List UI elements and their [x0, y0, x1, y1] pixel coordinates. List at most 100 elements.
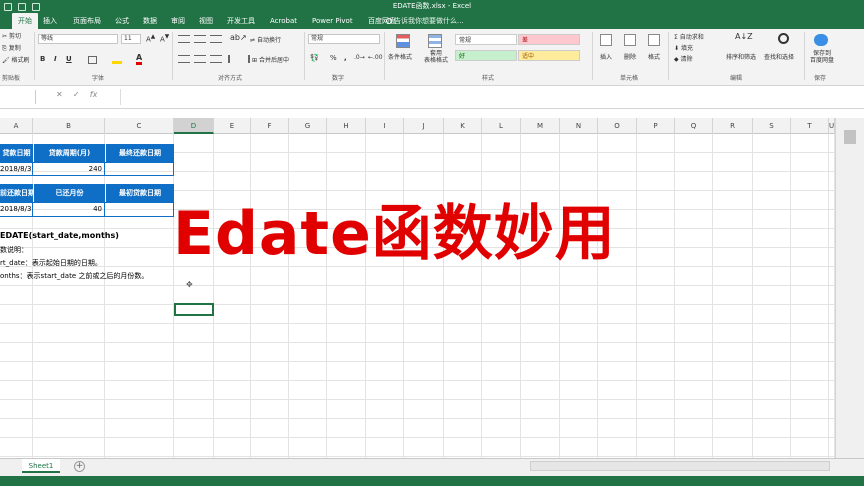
save-to-baidu-button[interactable]: 保存到 百度网盘 [810, 50, 834, 64]
font-size-select[interactable]: 11 [121, 34, 141, 44]
table2-cell[interactable]: 40 [33, 202, 105, 217]
table2-cell[interactable] [105, 202, 174, 217]
number-format-select[interactable]: 常规 [308, 34, 380, 44]
fill-button[interactable]: ⬇ 填充 [674, 43, 693, 52]
bold-button[interactable]: B [40, 55, 45, 63]
tab-9[interactable]: Power Pivot [312, 13, 353, 29]
tab-5[interactable]: 审阅 [171, 13, 185, 29]
autosum-button[interactable]: Σ 自动求和 [674, 32, 704, 41]
name-box[interactable] [0, 90, 36, 104]
font-name-select[interactable]: 等线 [38, 34, 118, 44]
align-right-icon[interactable] [210, 55, 222, 63]
style-neutral[interactable]: 适中 [518, 50, 580, 61]
format-cells-button[interactable]: 格式 [648, 52, 660, 61]
decrease-decimal-icon[interactable]: ←.00 [368, 54, 383, 61]
delete-cells-icon[interactable] [624, 34, 636, 46]
column-header-e[interactable]: E [214, 118, 251, 134]
style-normal[interactable]: 常规 [455, 34, 517, 45]
worksheet-grid[interactable]: 贷款日期 贷款周期(月) 最终还款日期 2018/8/30 240 前还款日期 … [0, 134, 835, 458]
table1-cell[interactable]: 240 [33, 162, 105, 176]
column-header-l[interactable]: L [482, 118, 521, 134]
format-cells-icon[interactable] [648, 34, 660, 46]
format-as-table-button[interactable]: 套用 表格格式 [424, 50, 448, 64]
horizontal-scrollbar[interactable] [530, 461, 830, 471]
orientation-icon[interactable]: ab↗ [230, 33, 247, 42]
column-header-b[interactable]: B [33, 118, 105, 134]
font-color-icon[interactable]: A [136, 54, 143, 65]
sheet-tab-sheet1[interactable]: Sheet1 [22, 459, 60, 473]
conditional-format-icon[interactable] [396, 34, 410, 48]
tab-2[interactable]: 页面布局 [73, 13, 101, 29]
column-header-s[interactable]: S [753, 118, 791, 134]
increase-indent-icon[interactable] [240, 55, 250, 63]
insert-cells-icon[interactable] [600, 34, 612, 46]
align-center-icon[interactable] [194, 55, 206, 63]
column-header-t[interactable]: T [791, 118, 829, 134]
tab-6[interactable]: 视图 [199, 13, 213, 29]
column-header-d[interactable]: D [174, 118, 214, 134]
tab-3[interactable]: 公式 [115, 13, 129, 29]
vertical-scrollbar[interactable] [835, 118, 864, 458]
decrease-indent-icon[interactable] [228, 55, 238, 63]
copy-button[interactable]: ⎘ 复制 [2, 43, 21, 53]
tab-0[interactable]: 开始 [12, 13, 38, 29]
column-header-a[interactable]: A [0, 118, 33, 134]
align-middle-icon[interactable] [194, 35, 206, 43]
percent-button[interactable]: % [330, 54, 337, 62]
comma-style-icon[interactable]: , [344, 54, 347, 62]
column-header-h[interactable]: H [327, 118, 366, 134]
column-header-p[interactable]: P [637, 118, 675, 134]
table2-cell[interactable]: 2018/8/30 [0, 202, 33, 217]
column-header-c[interactable]: C [105, 118, 174, 134]
scrollbar-thumb[interactable] [844, 130, 856, 144]
cancel-icon[interactable]: ✕ [56, 90, 63, 99]
formula-input[interactable] [120, 89, 864, 105]
conditional-format-button[interactable]: 条件格式 [388, 52, 412, 61]
grow-font-icon[interactable]: A▲ [146, 34, 155, 43]
shrink-font-icon[interactable]: A▼ [160, 34, 169, 43]
active-cell-selection[interactable] [174, 303, 214, 316]
align-top-icon[interactable] [178, 35, 190, 43]
cut-button[interactable]: ✂ 剪切 [2, 31, 21, 40]
border-icon[interactable] [88, 56, 97, 64]
fx-icon[interactable]: fx [90, 90, 98, 99]
format-painter-button[interactable]: 🖌 格式刷 [2, 55, 30, 64]
tab-1[interactable]: 插入 [43, 13, 57, 29]
column-header-r[interactable]: R [713, 118, 753, 134]
tab-4[interactable]: 数据 [143, 13, 157, 29]
insert-cells-button[interactable]: 插入 [600, 52, 612, 61]
column-header-o[interactable]: O [598, 118, 637, 134]
column-header-g[interactable]: G [289, 118, 327, 134]
add-sheet-button[interactable]: + [74, 461, 85, 472]
wrap-text-button[interactable]: ⇌ 自动换行 [250, 35, 281, 44]
tell-me-search[interactable]: 告诉我你想要做什么... [386, 13, 464, 29]
tab-10[interactable]: 百度网盘 [368, 13, 396, 29]
format-as-table-icon[interactable] [428, 34, 442, 48]
currency-icon[interactable]: 💱 [310, 54, 319, 62]
merge-center-button[interactable]: ⊞ 合并后居中 [252, 55, 289, 64]
underline-button[interactable]: U [66, 55, 72, 63]
column-header-n[interactable]: N [560, 118, 598, 134]
style-good[interactable]: 好 [455, 50, 517, 61]
column-header-f[interactable]: F [251, 118, 289, 134]
fill-color-icon[interactable] [112, 56, 122, 64]
table1-cell[interactable] [105, 162, 174, 176]
column-header-k[interactable]: K [444, 118, 482, 134]
column-header-j[interactable]: J [404, 118, 444, 134]
column-header-q[interactable]: Q [675, 118, 713, 134]
table1-cell[interactable]: 2018/8/30 [0, 162, 33, 176]
sort-filter-button[interactable]: 排序和筛选 [726, 52, 756, 61]
italic-button[interactable]: I [54, 55, 57, 63]
tab-8[interactable]: Acrobat [270, 13, 297, 29]
find-select-button[interactable]: 查找和选择 [764, 52, 794, 61]
align-left-icon[interactable] [178, 55, 190, 63]
align-bottom-icon[interactable] [210, 35, 222, 43]
delete-cells-button[interactable]: 删除 [624, 52, 636, 61]
style-bad[interactable]: 差 [518, 34, 580, 45]
column-header-i[interactable]: I [366, 118, 404, 134]
column-header-m[interactable]: M [521, 118, 560, 134]
increase-decimal-icon[interactable]: .0→ [354, 54, 365, 61]
enter-icon[interactable]: ✓ [73, 90, 80, 99]
tab-7[interactable]: 开发工具 [227, 13, 255, 29]
clear-button[interactable]: ◆ 清除 [674, 54, 693, 63]
